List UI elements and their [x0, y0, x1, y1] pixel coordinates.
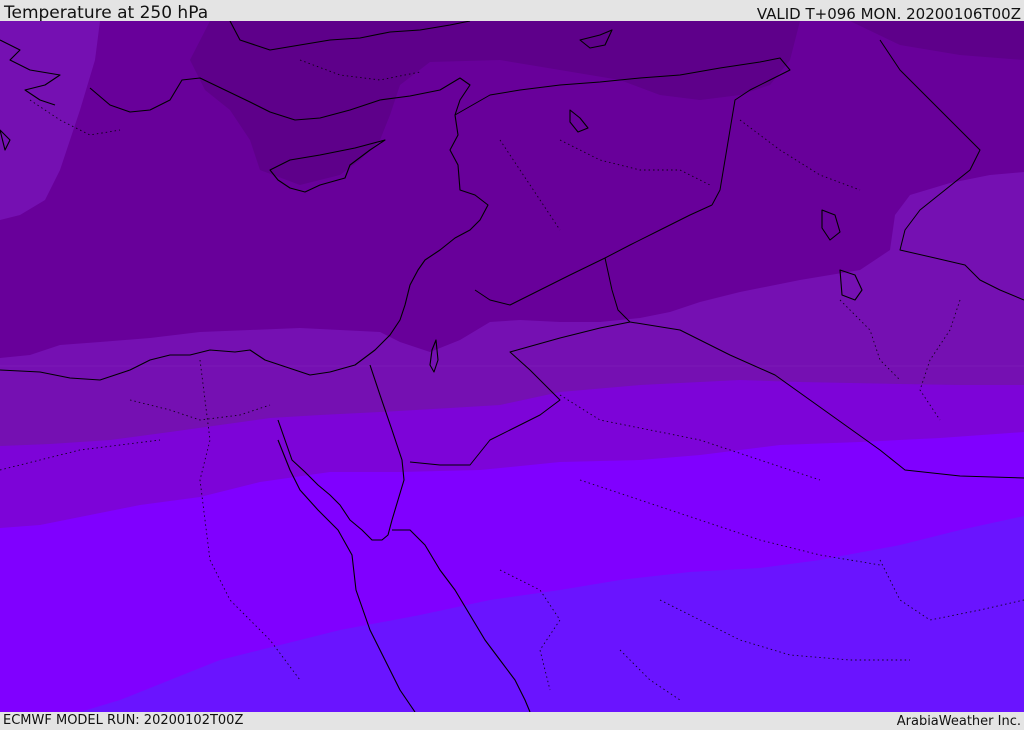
footer-bar: ECMWF MODEL RUN: 20200102T00Z ArabiaWeat… [0, 712, 1024, 729]
header-bar: Temperature at 250 hPa VALID T+096 MON. … [0, 0, 1024, 23]
map-title: Temperature at 250 hPa [4, 3, 209, 23]
credit-text: ArabiaWeather Inc. [896, 714, 1021, 729]
model-run: ECMWF MODEL RUN: 20200102T00Z [3, 713, 244, 728]
map-panel[interactable] [0, 21, 1024, 712]
map-canvas [0, 21, 1024, 712]
